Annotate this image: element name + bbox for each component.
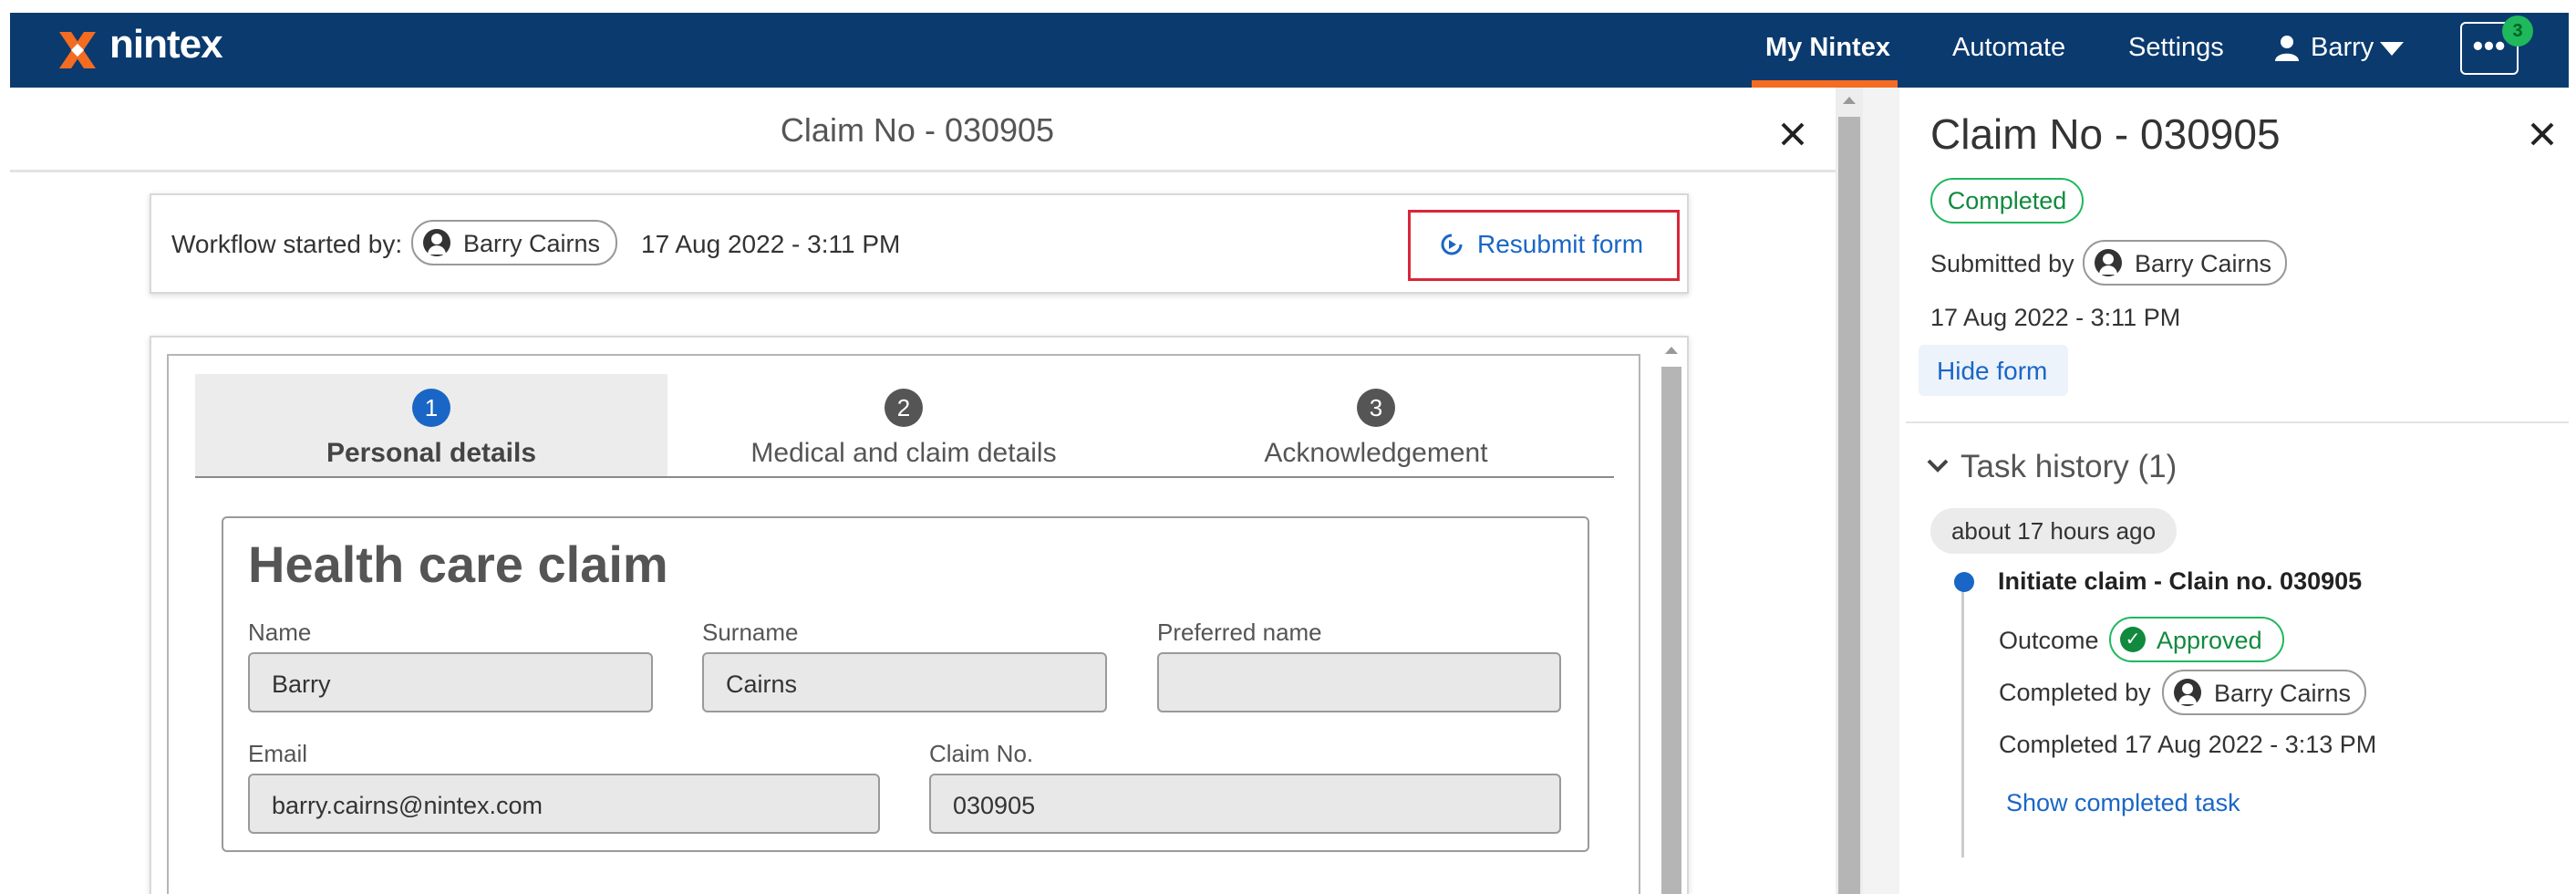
form-scroll-up-icon[interactable]: [1663, 345, 1680, 356]
avatar-icon: [2174, 679, 2201, 706]
check-circle-icon: ✓: [2120, 627, 2146, 652]
user-menu[interactable]: Barry: [2274, 33, 2438, 66]
panel-close-icon[interactable]: [2529, 121, 2555, 147]
email-value: barry.cairns@nintex.com: [272, 792, 543, 819]
submitted-date: 17 Aug 2022 - 3:11 PM: [1930, 304, 2181, 331]
nav-settings[interactable]: Settings: [2128, 33, 2224, 63]
avatar-icon: [423, 229, 450, 256]
outcome-value: Approved: [2157, 627, 2262, 654]
resubmit-form-button[interactable]: Resubmit form: [1439, 228, 1676, 259]
nav-my-nintex[interactable]: My Nintex: [1765, 33, 1890, 63]
name-field[interactable]: Barry: [248, 652, 653, 712]
nintex-logo-icon[interactable]: [55, 27, 100, 73]
refresh-play-icon: [1441, 234, 1463, 255]
completed-by-user-name: Barry Cairns: [2214, 680, 2352, 707]
time-ago-badge: about 17 hours ago: [1930, 508, 2177, 554]
email-field[interactable]: barry.cairns@nintex.com: [248, 774, 880, 834]
user-icon: [2275, 36, 2299, 61]
claim-no-label: Claim No.: [929, 740, 1034, 767]
workflow-started-label: Workflow started by:: [171, 230, 403, 258]
preferred-name-label: Preferred name: [1157, 619, 1322, 646]
task-history-label: Task history (1): [1960, 449, 2178, 484]
name-value: Barry: [272, 670, 331, 698]
step-1-number: 1: [412, 389, 450, 427]
submitted-by-user-name: Barry Cairns: [2135, 250, 2272, 277]
workflow-user-chip[interactable]: Barry Cairns: [411, 220, 617, 265]
completed-by-user-chip[interactable]: Barry Cairns: [2162, 670, 2366, 715]
task-history-toggle[interactable]: Task history (1): [1927, 449, 2200, 489]
status-badge: Completed: [1930, 178, 2084, 224]
step-3-number: 3: [1357, 389, 1395, 427]
submitted-by-user-chip[interactable]: Barry Cairns: [2083, 240, 2287, 286]
completed-date: Completed 17 Aug 2022 - 3:13 PM: [1999, 731, 2377, 758]
claim-no-field[interactable]: 030905: [929, 774, 1561, 834]
claim-no-value: 030905: [953, 792, 1036, 819]
step-2-label: Medical and claim details: [750, 438, 1057, 468]
modal-scrollbar-thumb[interactable]: [1838, 117, 1860, 894]
avatar-icon: [2095, 249, 2122, 276]
timeline-line: [1961, 584, 1964, 858]
brand-name[interactable]: nintex: [109, 22, 223, 68]
scroll-up-arrow-icon[interactable]: [1841, 95, 1857, 106]
surname-value: Cairns: [726, 670, 798, 698]
nav-automate[interactable]: Automate: [1952, 33, 2065, 63]
completed-by-label: Completed by: [1999, 679, 2151, 706]
modal-title: Claim No - 030905: [780, 111, 1055, 149]
form-scrollbar-thumb[interactable]: [1661, 367, 1681, 894]
step-3-label: Acknowledgement: [1264, 438, 1488, 468]
show-completed-task-link[interactable]: Show completed task: [2006, 789, 2240, 817]
modal-header-divider: [10, 170, 1836, 172]
panel-divider: [1863, 88, 1899, 894]
surname-field[interactable]: Cairns: [702, 652, 1107, 712]
email-label: Email: [248, 740, 308, 767]
submitted-by-label: Submitted by: [1930, 250, 2074, 277]
task-title: Initiate claim - Clain no. 030905: [1998, 567, 2363, 595]
active-nav-indicator: [1752, 80, 1898, 88]
panel-title: Claim No - 030905: [1930, 110, 2281, 158]
stepper-divider: [195, 476, 1614, 478]
notification-badge: 3: [2502, 16, 2533, 47]
outcome-label: Outcome: [1999, 627, 2099, 654]
timeline-dot: [1954, 572, 1974, 592]
surname-label: Surname: [702, 619, 799, 646]
outcome-badge: ✓ Approved: [2109, 617, 2284, 662]
step-1-label: Personal details: [326, 438, 537, 468]
form-heading: Health care claim: [248, 535, 668, 593]
close-icon[interactable]: [1780, 121, 1805, 147]
workflow-user-name: Barry Cairns: [463, 230, 601, 257]
resubmit-label: Resubmit form: [1477, 230, 1644, 258]
chevron-down-icon: [2380, 42, 2404, 56]
step-2-number: 2: [885, 389, 923, 427]
preferred-name-field[interactable]: [1157, 652, 1561, 712]
user-name: Barry: [2311, 33, 2374, 62]
hide-form-label: Hide form: [1937, 357, 2048, 385]
chevron-down-icon: [1927, 459, 1949, 473]
hide-form-button[interactable]: Hide form: [1919, 345, 2068, 396]
panel-divider-line: [1906, 421, 2569, 423]
name-label: Name: [248, 619, 312, 646]
workflow-start-date: 17 Aug 2022 - 3:11 PM: [641, 230, 901, 258]
